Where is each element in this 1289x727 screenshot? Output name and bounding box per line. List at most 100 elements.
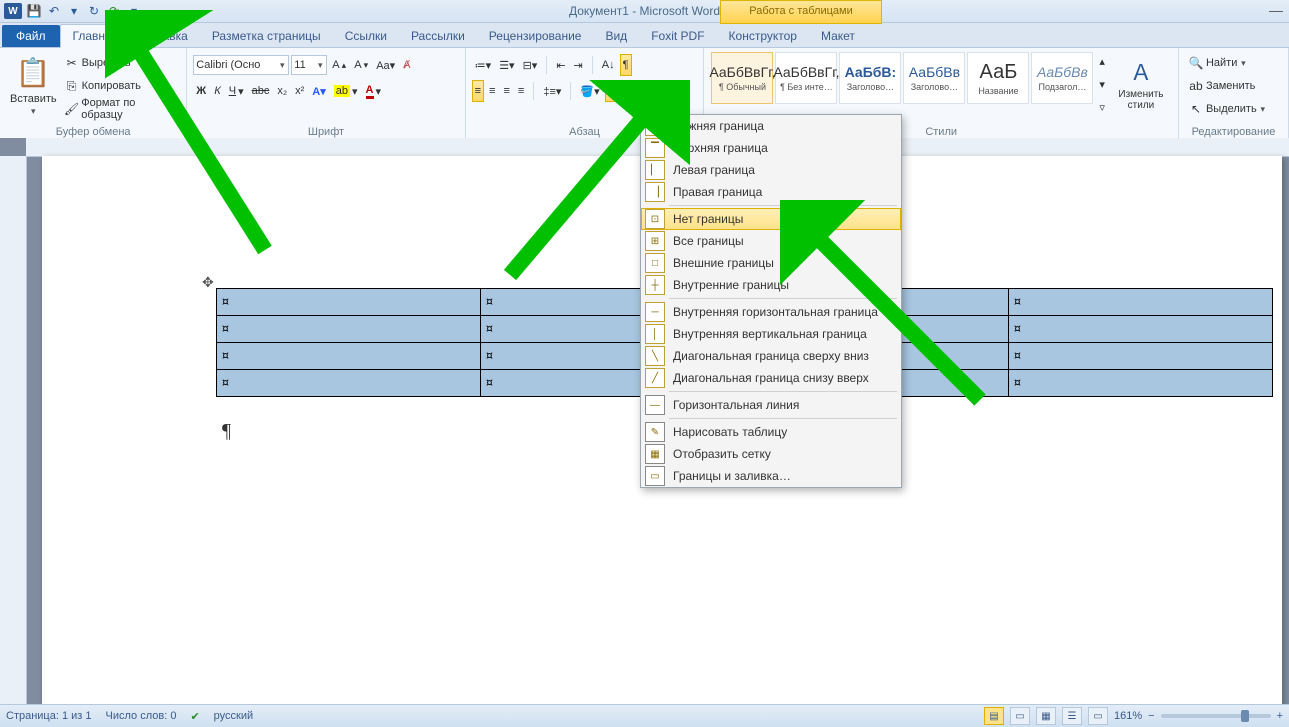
- menu-inner-horizontal[interactable]: ─Внутренняя горизонтальная граница: [641, 301, 901, 323]
- menu-no-border[interactable]: ⊡Нет границы: [641, 208, 901, 230]
- numbering-button[interactable]: ☰▾: [496, 54, 517, 76]
- table-anchor-icon[interactable]: ✥: [202, 274, 214, 291]
- tab-references[interactable]: Ссылки: [333, 25, 399, 47]
- view-web[interactable]: ▦: [1036, 707, 1056, 725]
- paste-label[interactable]: Вставить: [10, 93, 57, 105]
- strike-button[interactable]: abc: [249, 80, 273, 102]
- style-no-spacing[interactable]: АаБбВвГг,¶ Без инте…: [775, 52, 837, 104]
- zoom-level[interactable]: 161%: [1114, 710, 1142, 722]
- table-tools-tab[interactable]: Работа с таблицами: [720, 0, 882, 24]
- decrease-indent-button[interactable]: ⇤: [553, 54, 568, 76]
- clear-format-button[interactable]: Ⱥ: [400, 54, 413, 76]
- align-right-button[interactable]: ≡: [501, 80, 513, 102]
- style-subtitle[interactable]: АаБбВвПодзагол…: [1031, 52, 1093, 104]
- copy-button[interactable]: ⎘Копировать: [61, 75, 181, 97]
- menu-inner-vertical[interactable]: │Внутренняя вертикальная граница: [641, 323, 901, 345]
- tab-review[interactable]: Рецензирование: [477, 25, 594, 47]
- menu-outer-borders[interactable]: □Внешние границы: [641, 252, 901, 274]
- menu-horizontal-line[interactable]: —Горизонтальная линия: [641, 394, 901, 416]
- style-heading1[interactable]: АаБбВ:Заголово…: [839, 52, 901, 104]
- paste-icon[interactable]: 📋: [25, 52, 41, 92]
- sort-button[interactable]: A↓: [599, 54, 618, 76]
- table-cell[interactable]: ¤: [1009, 343, 1273, 370]
- zoom-slider[interactable]: [1161, 714, 1271, 718]
- font-size-combo[interactable]: 11▾: [291, 55, 327, 75]
- bullets-button[interactable]: ≔▾: [472, 54, 495, 76]
- zoom-in[interactable]: +: [1277, 710, 1283, 722]
- styles-expand[interactable]: ▿: [1096, 96, 1108, 118]
- save-icon[interactable]: 💾: [26, 3, 42, 19]
- view-full-reading[interactable]: ▭: [1010, 707, 1030, 725]
- align-center-button[interactable]: ≡: [486, 80, 498, 102]
- menu-bottom-border[interactable]: ▁Нижняя граница: [641, 115, 901, 137]
- change-styles-icon[interactable]: Ａ: [1133, 54, 1149, 88]
- tab-insert[interactable]: Вставка: [131, 25, 200, 47]
- paste-dropdown[interactable]: ▾: [29, 106, 37, 117]
- change-styles-label[interactable]: Изменить стили: [1116, 89, 1166, 111]
- find-button[interactable]: 🔍Найти▾: [1185, 52, 1250, 74]
- undo-dropdown[interactable]: ▾: [66, 3, 82, 19]
- change-case-button[interactable]: Aa▾: [373, 54, 398, 76]
- view-outline[interactable]: ☰: [1062, 707, 1082, 725]
- style-normal[interactable]: АаБбВвГг,¶ Обычный: [711, 52, 773, 104]
- table-cell[interactable]: ¤: [1009, 316, 1273, 343]
- minimize-button[interactable]: —: [1269, 2, 1283, 18]
- menu-borders-dialog[interactable]: ▭Границы и заливка…: [641, 465, 901, 487]
- menu-right-border[interactable]: ▕Правая граница: [641, 181, 901, 203]
- shading-button[interactable]: 🪣▾: [577, 80, 602, 102]
- superscript-button[interactable]: x²: [292, 80, 307, 102]
- table-cell[interactable]: ¤: [1009, 370, 1273, 397]
- tab-view[interactable]: Вид: [593, 25, 639, 47]
- view-draft[interactable]: ▭: [1088, 707, 1108, 725]
- menu-diag-down[interactable]: ╲Диагональная граница сверху вниз: [641, 345, 901, 367]
- menu-inner-borders[interactable]: ┼Внутренние границы: [641, 274, 901, 296]
- table-cell[interactable]: ¤: [217, 343, 481, 370]
- qat-customize[interactable]: ▾: [126, 3, 142, 19]
- align-left-button[interactable]: ≡: [472, 80, 484, 102]
- tab-table-design[interactable]: Конструктор: [717, 25, 809, 47]
- view-print-layout[interactable]: ▤: [984, 707, 1004, 725]
- status-words[interactable]: Число слов: 0: [106, 710, 177, 722]
- tab-mailings[interactable]: Рассылки: [399, 25, 477, 47]
- style-heading2[interactable]: АаБбВвЗаголово…: [903, 52, 965, 104]
- bold-button[interactable]: Ж: [193, 80, 209, 102]
- redo-icon[interactable]: ↻: [86, 3, 102, 19]
- menu-diag-up[interactable]: ╱Диагональная граница снизу вверх: [641, 367, 901, 389]
- style-title[interactable]: АаБНазвание: [967, 52, 1029, 104]
- status-language[interactable]: русский: [214, 710, 253, 722]
- undo-icon[interactable]: ↶: [46, 3, 62, 19]
- menu-draw-table[interactable]: ✎Нарисовать таблицу: [641, 421, 901, 443]
- tab-page-layout[interactable]: Разметка страницы: [200, 25, 333, 47]
- table-cell[interactable]: ¤: [217, 316, 481, 343]
- shrink-font-button[interactable]: A▾: [351, 54, 371, 76]
- tab-foxit[interactable]: Foxit PDF: [639, 25, 716, 47]
- multilevel-button[interactable]: ⊟▾: [520, 54, 541, 76]
- vertical-ruler[interactable]: [0, 156, 27, 705]
- replace-button[interactable]: abЗаменить: [1185, 75, 1258, 97]
- tab-table-layout[interactable]: Макет: [809, 25, 867, 47]
- status-page[interactable]: Страница: 1 из 1: [6, 710, 92, 722]
- status-proofing-icon[interactable]: ✔: [190, 710, 199, 723]
- table-cell[interactable]: ¤: [217, 370, 481, 397]
- table-cell[interactable]: ¤: [1009, 289, 1273, 316]
- show-marks-button[interactable]: ¶: [620, 54, 632, 76]
- styles-scroll-down[interactable]: ▾: [1096, 73, 1108, 95]
- underline-button[interactable]: Ч▾: [226, 80, 247, 102]
- styles-scroll-up[interactable]: ▴: [1096, 50, 1108, 72]
- select-button[interactable]: ↖Выделить▾: [1185, 98, 1270, 120]
- menu-left-border[interactable]: ▏Левая граница: [641, 159, 901, 181]
- zoom-out[interactable]: −: [1148, 710, 1154, 722]
- justify-button[interactable]: ≡: [515, 80, 527, 102]
- line-spacing-button[interactable]: ‡≡▾: [540, 80, 564, 102]
- zoom-thumb[interactable]: [1241, 710, 1249, 722]
- format-painter-button[interactable]: 🖌Формат по образцу: [61, 98, 181, 120]
- highlight-button[interactable]: ab▾: [331, 80, 361, 102]
- italic-button[interactable]: К: [211, 80, 223, 102]
- font-color-button[interactable]: A▾: [363, 80, 384, 102]
- tab-home[interactable]: Главная: [60, 24, 132, 48]
- table-cell[interactable]: ¤: [217, 289, 481, 316]
- borders-button[interactable]: ⊞▾: [605, 80, 626, 102]
- menu-top-border[interactable]: ▔Верхняя граница: [641, 137, 901, 159]
- cut-button[interactable]: ✂Вырезать: [61, 52, 181, 74]
- tab-file[interactable]: Файл: [2, 25, 60, 47]
